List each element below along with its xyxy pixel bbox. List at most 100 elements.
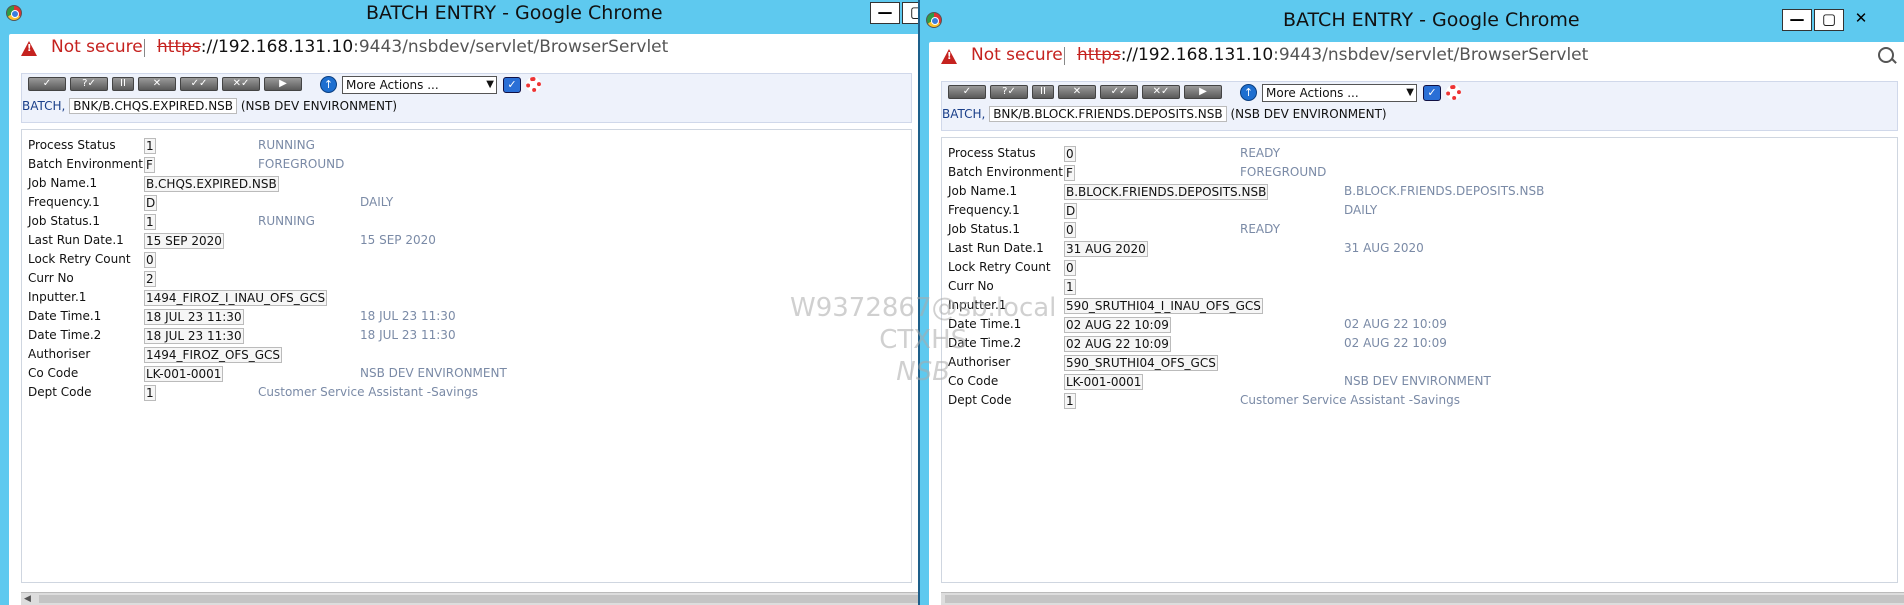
address-bar[interactable]: Not secure https://192.168.131.10:9443/n… (929, 42, 1904, 72)
help-lifebuoy-icon[interactable] (526, 77, 541, 92)
maximize-button[interactable]: ▢ (1814, 9, 1844, 31)
scroll-left-icon[interactable]: ◀ (24, 594, 31, 604)
delete-button[interactable]: ✕ (1058, 85, 1096, 99)
reverse-button[interactable]: ✕✓ (222, 77, 260, 91)
authorise-button[interactable]: ✓✓ (180, 77, 218, 91)
validate-button[interactable]: ?✓ (990, 85, 1028, 99)
url-host: ://192.168.131.10 (200, 37, 354, 57)
field-enrichment: 18 JUL 23 11:30 (360, 309, 456, 323)
field-value: 1 (144, 138, 156, 154)
warning-icon[interactable] (941, 49, 957, 64)
go-check-icon[interactable]: ✓ (1423, 85, 1441, 101)
window-title: BATCH ENTRY - Google Chrome (366, 2, 663, 24)
next-button[interactable]: ▶ (264, 77, 302, 91)
field-enrichment: Customer Service Assistant -Savings (258, 385, 478, 399)
field-label: Curr No (948, 279, 994, 293)
field-value: 0 (1064, 146, 1076, 162)
field-value: D (144, 195, 158, 211)
field-value: F (144, 157, 155, 173)
upload-icon[interactable]: ↑ (320, 76, 337, 93)
warning-icon[interactable] (21, 41, 37, 56)
url-text[interactable]: https://192.168.131.10:9443/nsbdev/servl… (157, 37, 668, 57)
field-value: 0 (1064, 260, 1076, 276)
page-content: ✓ ?✓ II ✕ ✓✓ ✕✓ ▶ ↑ More Actions ... ▼ ✓ … (929, 72, 1904, 605)
more-actions-label: More Actions ... (1266, 86, 1359, 100)
field-value: 1494_FIROZ_OFS_GCS (144, 347, 283, 363)
zoom-icon[interactable] (1878, 47, 1894, 63)
commit-button[interactable]: ✓ (28, 77, 66, 91)
url-scheme: https (1077, 45, 1121, 65)
field-value: 1 (1064, 279, 1076, 295)
hold-button[interactable]: II (1032, 85, 1054, 99)
url-path: :9443/nsbdev/servlet/BrowserServlet (353, 37, 669, 57)
field-label: Frequency.1 (28, 195, 100, 209)
reverse-button[interactable]: ✕✓ (1142, 85, 1180, 99)
watermark-line-3: NSB (896, 357, 951, 387)
field-label: Inputter.1 (28, 290, 87, 304)
page-content: ✓ ?✓ II ✕ ✓✓ ✕✓ ▶ ↑ More Actions ... ▼ ✓ … (9, 64, 918, 605)
horizontal-scrollbar[interactable] (941, 592, 1904, 605)
field-enrichment: NSB DEV ENVIRONMENT (360, 366, 507, 380)
field-label: Batch Environment (948, 165, 1063, 179)
go-check-icon[interactable]: ✓ (503, 77, 521, 93)
title-bar[interactable]: BATCH ENTRY - Google Chrome — ▢ (0, 0, 918, 28)
address-bar[interactable]: Not secure https://192.168.131.10:9443/n… (9, 34, 918, 64)
url-text[interactable]: https://192.168.131.10:9443/nsbdev/servl… (1077, 45, 1588, 65)
breadcrumb-app: BATCH, (942, 107, 986, 121)
field-label: Date Time.1 (28, 309, 102, 323)
scroll-thumb[interactable] (39, 595, 918, 603)
breadcrumb-record: BNK/B.CHQS.EXPIRED.NSB (69, 98, 238, 114)
breadcrumb-record: BNK/B.BLOCK.FRIENDS.DEPOSITS.NSB (989, 106, 1227, 122)
field-label: Lock Retry Count (948, 260, 1051, 274)
breadcrumb-env: (NSB DEV ENVIRONMENT) (240, 99, 398, 113)
title-bar[interactable]: BATCH ENTRY - Google Chrome — ▢ ✕ (920, 7, 1904, 35)
next-button[interactable]: ▶ (1184, 85, 1222, 99)
field-label: Co Code (28, 366, 79, 380)
maximize-button[interactable]: ▢ (902, 2, 918, 24)
more-actions-select[interactable]: More Actions ... ▼ (342, 76, 497, 94)
field-enrichment: 18 JUL 23 11:30 (360, 328, 456, 342)
field-value: D (1064, 203, 1078, 219)
field-value: 18 JUL 23 11:30 (144, 328, 244, 344)
field-enrichment: FOREGROUND (1240, 165, 1327, 179)
authorise-button[interactable]: ✓✓ (1100, 85, 1138, 99)
field-value: LK-001-0001 (1064, 374, 1144, 390)
horizontal-scrollbar[interactable]: ◀ (21, 592, 918, 605)
url-scheme: https (157, 37, 201, 57)
field-value: 0 (144, 252, 156, 268)
security-status[interactable]: Not secure (971, 45, 1063, 65)
field-label: Last Run Date.1 (948, 241, 1044, 255)
field-label: Authoriser (28, 347, 91, 361)
field-value: 1 (144, 214, 156, 230)
minimize-button[interactable]: — (1782, 9, 1812, 31)
field-label: Last Run Date.1 (28, 233, 124, 247)
more-actions-select[interactable]: More Actions ... ▼ (1262, 84, 1417, 102)
upload-icon[interactable]: ↑ (1240, 84, 1257, 101)
commit-button[interactable]: ✓ (948, 85, 986, 99)
scroll-thumb[interactable] (945, 595, 1904, 603)
close-button[interactable]: ✕ (1846, 9, 1876, 31)
chevron-down-icon: ▼ (486, 79, 494, 90)
delete-button[interactable]: ✕ (138, 77, 176, 91)
url-host: ://192.168.131.10 (1120, 45, 1274, 65)
field-label: Batch Environment (28, 157, 143, 171)
help-lifebuoy-icon[interactable] (1446, 85, 1461, 100)
field-value: 2 (144, 271, 156, 287)
field-value: 18 JUL 23 11:30 (144, 309, 244, 325)
field-label: Frequency.1 (948, 203, 1020, 217)
field-label: Lock Retry Count (28, 252, 131, 266)
field-enrichment: 31 AUG 2020 (1344, 241, 1424, 255)
security-status[interactable]: Not secure (51, 37, 143, 57)
minimize-button[interactable]: — (870, 2, 900, 24)
field-value: 31 AUG 2020 (1064, 241, 1148, 257)
hold-button[interactable]: II (112, 77, 134, 91)
breadcrumb: BATCH, BNK/B.BLOCK.FRIENDS.DEPOSITS.NSB … (942, 106, 1387, 122)
field-value: 1 (1064, 393, 1076, 409)
field-enrichment: RUNNING (258, 138, 315, 152)
toolbar: ✓ ?✓ II ✕ ✓✓ ✕✓ ▶ ↑ More Actions ... ▼ ✓ … (941, 81, 1898, 131)
field-value: 1 (144, 385, 156, 401)
field-value: 15 SEP 2020 (144, 233, 224, 249)
field-enrichment: 15 SEP 2020 (360, 233, 436, 247)
validate-button[interactable]: ?✓ (70, 77, 108, 91)
field-enrichment: READY (1240, 146, 1281, 160)
